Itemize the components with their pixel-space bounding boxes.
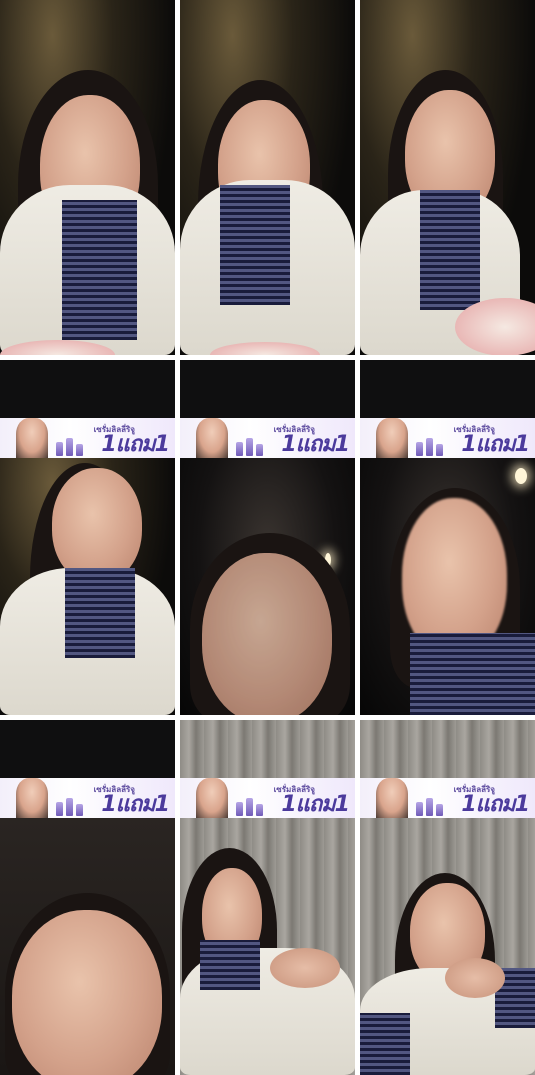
face <box>52 468 142 583</box>
video-tile-3[interactable] <box>360 0 535 355</box>
video-content <box>180 818 355 1075</box>
promo-banner[interactable]: เซรั่มลิลลี่ริจู 1แถม1 <box>360 778 535 818</box>
banner-model-image <box>376 778 408 818</box>
banner-big-text: 1แถม1 <box>281 432 350 457</box>
banner-big-text: 1แถม1 <box>461 792 530 817</box>
banner-model-image <box>196 418 228 458</box>
promo-banner[interactable]: เซรั่มลิลลี่ริจู 1แถม1 <box>0 778 175 818</box>
promo-banner[interactable]: เซรั่มลิลลี่ริจู 1แถม1 <box>0 418 175 458</box>
serum-bottles-icon <box>236 430 266 456</box>
video-tile-4[interactable]: เซรั่มลิลลี่ริจู 1แถม1 <box>0 360 175 715</box>
banner-model-image <box>16 778 48 818</box>
face <box>12 910 162 1075</box>
plaid-collar <box>200 940 260 990</box>
plaid-collar <box>360 1013 410 1075</box>
banner-model-image <box>376 418 408 458</box>
promo-banner[interactable]: เซรั่มลิลลี่ริจู 1แถม1 <box>180 418 355 458</box>
banner-big-text: 1แถม1 <box>461 432 530 457</box>
video-tile-7[interactable]: เซรั่มลิลลี่ริจู 1แถม1 <box>0 720 175 1075</box>
banner-big-text: 1แถม1 <box>281 792 350 817</box>
plaid-collar <box>62 200 137 340</box>
video-tile-6[interactable]: เซรั่มลิลลี่ริจู 1แถม1 <box>360 360 535 715</box>
banner-big-text: 1แถม1 <box>101 792 170 817</box>
hand <box>445 958 505 998</box>
video-tile-5[interactable]: เซรั่มลิลลี่ริจู 1แถม1 <box>180 360 355 715</box>
face <box>202 553 332 715</box>
plaid-collar <box>420 190 480 310</box>
serum-bottles-icon <box>56 430 86 456</box>
plaid-collar <box>220 185 290 305</box>
ceiling-light <box>515 468 527 484</box>
hands <box>270 948 340 988</box>
video-tile-1[interactable] <box>0 0 175 355</box>
serum-bottles-icon <box>56 790 86 816</box>
plaid-collar <box>410 633 535 715</box>
promo-banner[interactable]: เซรั่มลิลลี่ริจู 1แถม1 <box>180 778 355 818</box>
promo-banner[interactable]: เซรั่มลิลลี่ริจู 1แถม1 <box>360 418 535 458</box>
video-content <box>360 818 535 1075</box>
serum-bottles-icon <box>236 790 266 816</box>
serum-bottles-icon <box>416 790 446 816</box>
video-content <box>360 458 535 715</box>
banner-model-image <box>196 778 228 818</box>
video-tile-8[interactable]: เซรั่มลิลลี่ริจู 1แถม1 <box>180 720 355 1075</box>
video-content <box>180 458 355 715</box>
video-content <box>0 458 175 715</box>
serum-bottles-icon <box>416 430 446 456</box>
plate <box>455 298 535 355</box>
video-tile-9[interactable]: เซรั่มลิลลี่ริจู 1แถม1 <box>360 720 535 1075</box>
plaid-collar <box>65 568 135 658</box>
video-tile-2[interactable] <box>180 0 355 355</box>
video-content <box>0 818 175 1075</box>
banner-model-image <box>16 418 48 458</box>
banner-big-text: 1แถม1 <box>101 432 170 457</box>
